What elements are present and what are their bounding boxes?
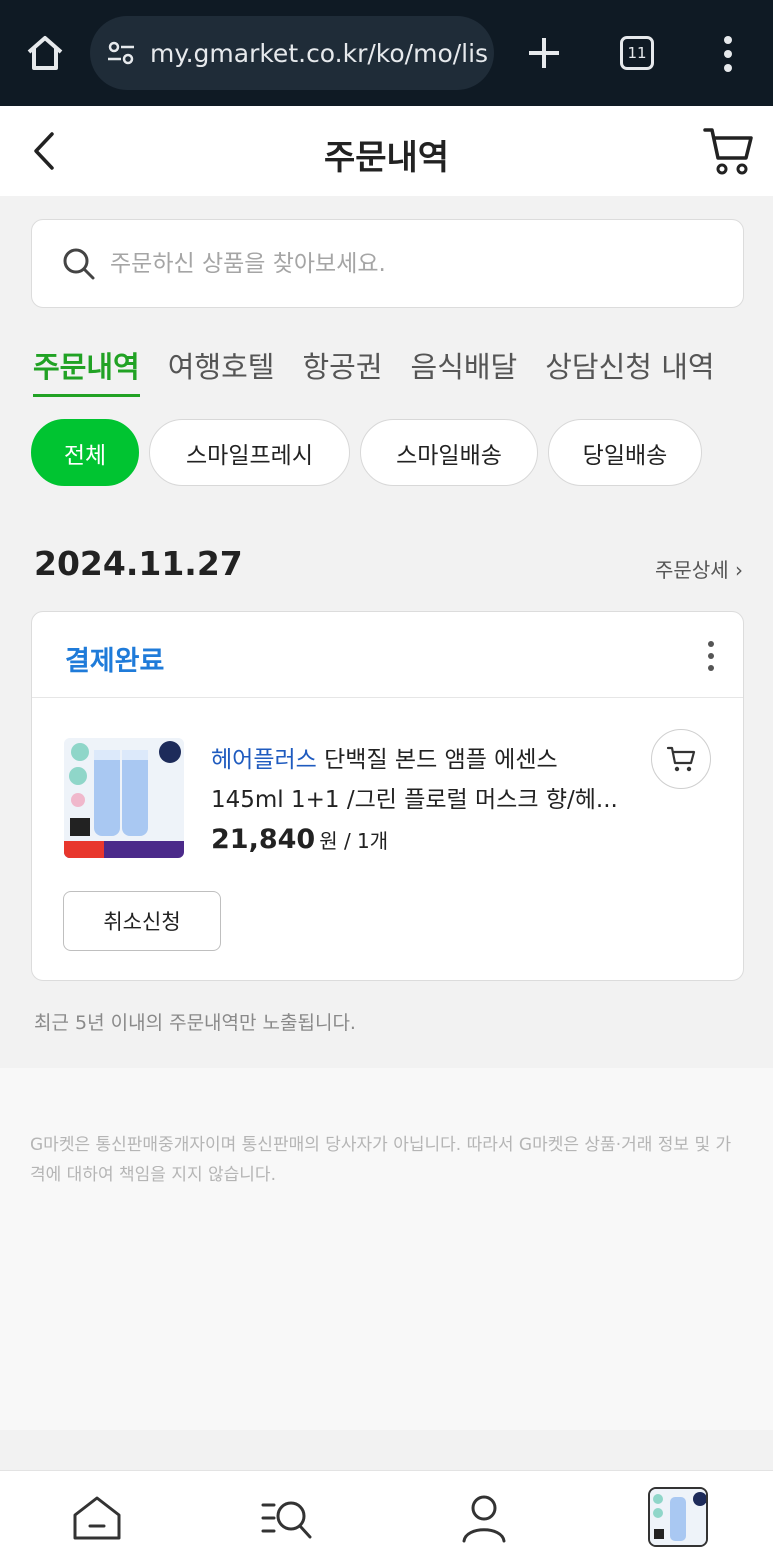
site-settings-icon[interactable] bbox=[106, 38, 136, 68]
more-options-icon[interactable] bbox=[705, 640, 717, 672]
price-unit: 원 / 1개 bbox=[319, 829, 389, 853]
browser-toolbar: my.gmarket.co.kr/ko/mo/lis 11 bbox=[0, 0, 773, 106]
tab-count: 11 bbox=[627, 44, 647, 62]
filter-smile-delivery[interactable]: 스마일배송 bbox=[360, 419, 538, 486]
order-card: 결제완료 헤어플러스 단백질 본드 앰플 에센스 145ml 1+1 /그린 플… bbox=[31, 611, 744, 981]
product-price: 21,840 원 / 1개 bbox=[211, 824, 388, 855]
page-title: 주문내역 bbox=[323, 138, 450, 178]
tab-consultation[interactable]: 상담신청 내역 bbox=[545, 344, 714, 397]
tab-food-delivery[interactable]: 음식배달 bbox=[411, 344, 518, 397]
category-tabs: 주문내역 여행호텔 항공권 음식배달 상담신청 내역 bbox=[33, 344, 715, 397]
nav-category-search-icon[interactable] bbox=[260, 1493, 314, 1543]
footer-disclaimer: G마켓은 통신판매중개자이며 통신판매의 당사자가 아닙니다. 따라서 G마켓은… bbox=[30, 1135, 732, 1185]
filter-all[interactable]: 전체 bbox=[31, 419, 139, 486]
bottom-navigation bbox=[0, 1470, 773, 1561]
product-brand: 헤어플러스 bbox=[211, 747, 317, 773]
card-divider bbox=[32, 697, 743, 698]
tab-travel-hotel[interactable]: 여행호텔 bbox=[168, 344, 275, 397]
recent-item-thumbnail[interactable] bbox=[648, 1487, 708, 1547]
search-icon bbox=[63, 248, 95, 279]
cart-icon[interactable] bbox=[702, 124, 754, 178]
overflow-menu-icon[interactable] bbox=[716, 35, 740, 73]
search-input[interactable] bbox=[110, 250, 710, 277]
cancel-order-button[interactable]: 취소신청 bbox=[63, 891, 221, 951]
add-to-cart-button[interactable] bbox=[651, 729, 711, 789]
url-text: my.gmarket.co.kr/ko/mo/lis bbox=[150, 38, 489, 68]
price-amount: 21,840 bbox=[211, 824, 316, 855]
order-detail-link[interactable]: 주문상세 › bbox=[655, 554, 743, 583]
add-to-cart-icon bbox=[666, 746, 696, 772]
order-date: 2024.11.27 bbox=[34, 544, 243, 583]
nav-my-icon[interactable] bbox=[457, 1493, 511, 1543]
home-icon[interactable] bbox=[24, 32, 66, 74]
tab-order-history[interactable]: 주문내역 bbox=[33, 344, 140, 397]
address-bar[interactable]: my.gmarket.co.kr/ko/mo/lis bbox=[90, 16, 494, 90]
filter-smile-fresh[interactable]: 스마일프레시 bbox=[149, 419, 350, 486]
product-name[interactable]: 헤어플러스 단백질 본드 앰플 에센스 145ml 1+1 /그린 플로럴 머스… bbox=[211, 740, 631, 820]
filter-same-day[interactable]: 당일배송 bbox=[548, 419, 702, 486]
footer: G마켓은 통신판매중개자이며 통신판매의 당사자가 아닙니다. 따라서 G마켓은… bbox=[0, 1068, 773, 1430]
tab-flights[interactable]: 항공권 bbox=[302, 344, 382, 397]
app-header: 주문내역 bbox=[0, 106, 773, 196]
tab-switcher-icon[interactable]: 11 bbox=[620, 36, 654, 70]
filter-chips: 전체 스마일프레시 스마일배송 당일배송 bbox=[31, 419, 702, 486]
new-tab-icon[interactable] bbox=[523, 32, 565, 74]
order-search-box[interactable] bbox=[31, 219, 744, 308]
product-thumbnail[interactable] bbox=[64, 738, 184, 858]
history-notice: 최근 5년 이내의 주문내역만 노출됩니다. bbox=[34, 1012, 356, 1034]
status-badge: 결제완료 bbox=[65, 646, 165, 677]
nav-home-icon[interactable] bbox=[70, 1493, 124, 1543]
